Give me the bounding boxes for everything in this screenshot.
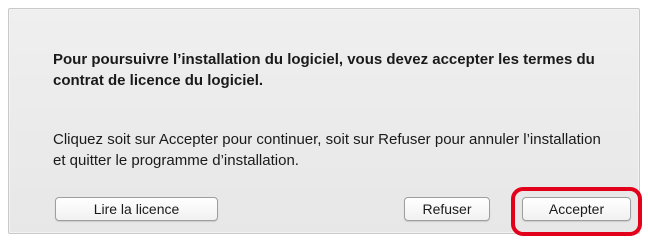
accept-button[interactable]: Accepter bbox=[522, 197, 631, 221]
refuse-button[interactable]: Refuser bbox=[404, 197, 490, 221]
read-license-button[interactable]: Lire la licence bbox=[55, 197, 218, 221]
dialog-info-text: Cliquez soit sur Accepter pour continuer… bbox=[53, 131, 601, 169]
dialog-message: Pour poursuivre l’installation du logici… bbox=[53, 51, 595, 89]
